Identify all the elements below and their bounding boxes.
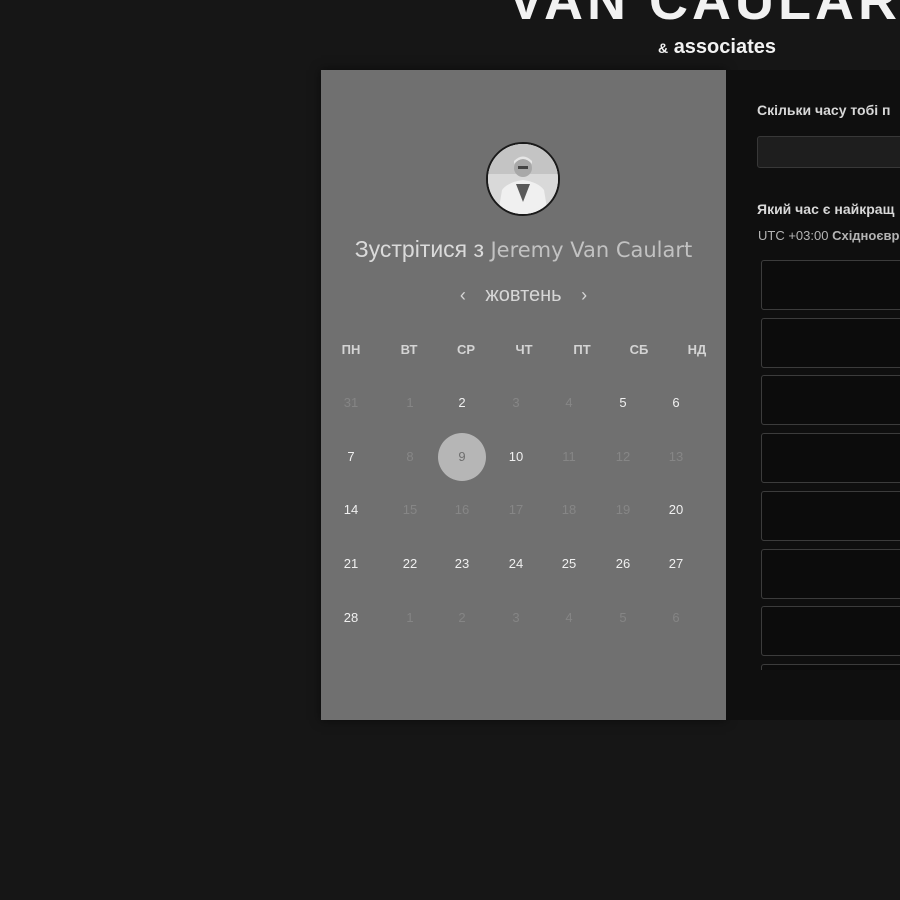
time-slot-button[interactable] (761, 663, 900, 670)
calendar-day: 12 (615, 449, 631, 464)
time-slot-button[interactable] (761, 317, 900, 368)
calendar-day: 1 (406, 610, 414, 625)
time-slot-button[interactable] (761, 606, 900, 657)
calendar-day[interactable]: 7 (327, 433, 375, 481)
time-question: Який час є найкращ (757, 201, 895, 217)
calendar-day: 13 (668, 449, 684, 464)
calendar-day[interactable]: 20 (652, 486, 700, 534)
time-slot-button[interactable] (761, 548, 900, 599)
calendar-panel: Зустрітися з Jeremy Van Caulart ‹ жовтен… (321, 70, 726, 720)
calendar-day: 8 (406, 449, 414, 464)
time-slot-button[interactable] (761, 490, 900, 541)
calendar-day: 2 (458, 610, 466, 625)
time-slot-list (761, 260, 900, 670)
calendar-day: 31 (343, 395, 359, 410)
calendar-day: 6 (672, 610, 680, 625)
brand-name: VAN CAULART (508, 0, 900, 31)
calendar-day: 4 (565, 610, 573, 625)
calendar-day[interactable]: 23 (438, 540, 486, 588)
calendar-day[interactable]: 10 (492, 433, 540, 481)
time-slot-button[interactable] (761, 260, 900, 310)
brand-subtitle-text: associates (673, 36, 776, 58)
calendar-day: 11 (562, 449, 576, 464)
calendar-day: 3 (512, 610, 520, 625)
calendar-day: 18 (561, 502, 577, 517)
calendar-day[interactable]: 28 (327, 594, 375, 642)
calendar-day: 16 (454, 502, 470, 517)
timezone-name: Східноєвр (832, 228, 900, 243)
brand-ampersand: & (658, 40, 669, 56)
time-slot-button[interactable] (761, 433, 900, 484)
calendar-day[interactable]: 6 (652, 379, 700, 427)
timezone-offset: UTC +03:00 (758, 228, 829, 243)
calendar-day[interactable]: 26 (599, 540, 647, 588)
calendar-day[interactable]: 5 (599, 379, 647, 427)
calendar-day: 19 (615, 502, 631, 517)
calendar-day: 3 (512, 395, 520, 410)
calendar-day[interactable]: 2 (438, 379, 486, 427)
calendar-day[interactable]: 21 (327, 540, 375, 588)
calendar-day: 5 (619, 610, 627, 625)
calendar-day[interactable]: 25 (545, 540, 593, 588)
calendar-day[interactable]: 22 (386, 540, 434, 588)
time-slot-button[interactable] (761, 375, 900, 426)
calendar-day[interactable]: 14 (327, 486, 375, 534)
calendar-day: 15 (402, 502, 418, 517)
calendar-day[interactable]: 24 (492, 540, 540, 588)
brand-subtitle: & associates (658, 36, 776, 59)
duration-select[interactable] (757, 136, 900, 168)
calendar-day: 1 (406, 395, 414, 410)
calendar-day[interactable]: 27 (652, 540, 700, 588)
calendar-day: 4 (565, 395, 573, 410)
calendar-day-selected[interactable]: 9 (438, 433, 486, 481)
booking-panel: Скільки часу тобі п Який час є найкращ U… (726, 70, 900, 720)
calendar-day: 17 (508, 502, 524, 517)
timezone-info: UTC +03:00 Східноєвр (758, 228, 899, 243)
duration-question: Скільки часу тобі п (757, 102, 891, 118)
calendar-days-grid: 31 1 2 3 4 5 6 7 8 9 10 11 12 13 14 15 16 17 18 19 20 21 22 23 2… (326, 70, 731, 720)
